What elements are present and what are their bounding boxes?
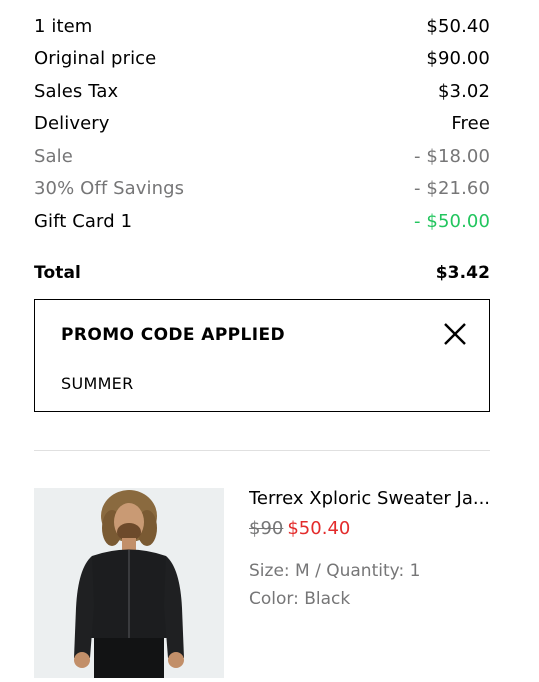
row-value: $3.02 [437,80,490,102]
sale-price: $50.40 [287,518,351,539]
row-value: - $50.00 [414,210,490,232]
row-label: Sale [34,145,73,167]
summary-row-gift-card: Gift Card 1 - $50.00 [34,205,490,238]
total-value: $3.42 [435,262,490,283]
summary-row-sales-tax: Sales Tax $3.02 [34,75,490,108]
row-value: Free [451,113,490,135]
summary-row-delivery: Delivery Free [34,108,490,141]
summary-row-original-price: Original price $90.00 [34,43,490,76]
summary-row-items: 1 item $50.40 [34,10,490,43]
product-color: Color: Black [249,589,351,609]
promo-code-panel: PROMO CODE APPLIED SUMMER [34,299,490,412]
product-image[interactable] [34,488,224,678]
promo-code-value: SUMMER [61,374,134,393]
promo-title: PROMO CODE APPLIED [61,325,286,345]
product-name[interactable]: Terrex Xploric Sweater Ja... [249,488,491,512]
row-value: - $18.00 [414,145,490,167]
row-label: Original price [34,48,157,70]
row-label: Delivery [34,113,110,135]
row-label: 1 item [34,15,93,37]
product-meta: Size: M / Quantity: 1 Color: Black [249,557,494,613]
row-label: 30% Off Savings [34,178,185,200]
total-label: Total [34,262,81,283]
summary-row-sale: Sale - $18.00 [34,140,490,173]
order-summary: 1 item $50.40 Original price $90.00 Sale… [34,10,490,288]
row-label: Sales Tax [34,80,119,102]
row-label: Gift Card 1 [34,210,133,232]
close-icon[interactable] [443,322,467,346]
size-quantity: Size: M / Quantity: 1 [249,561,421,581]
row-value: $50.40 [426,15,490,37]
divider [34,450,490,451]
product-details: Terrex Xploric Sweater Ja... $90 $50.40 S… [249,488,494,613]
price-line: $90 $50.40 [249,518,494,539]
original-price: $90 [249,518,284,539]
summary-row-savings: 30% Off Savings - $21.60 [34,173,490,206]
row-value: $90.00 [426,48,490,70]
row-value: - $21.60 [414,178,490,200]
summary-row-total: Total $3.42 [34,258,490,288]
